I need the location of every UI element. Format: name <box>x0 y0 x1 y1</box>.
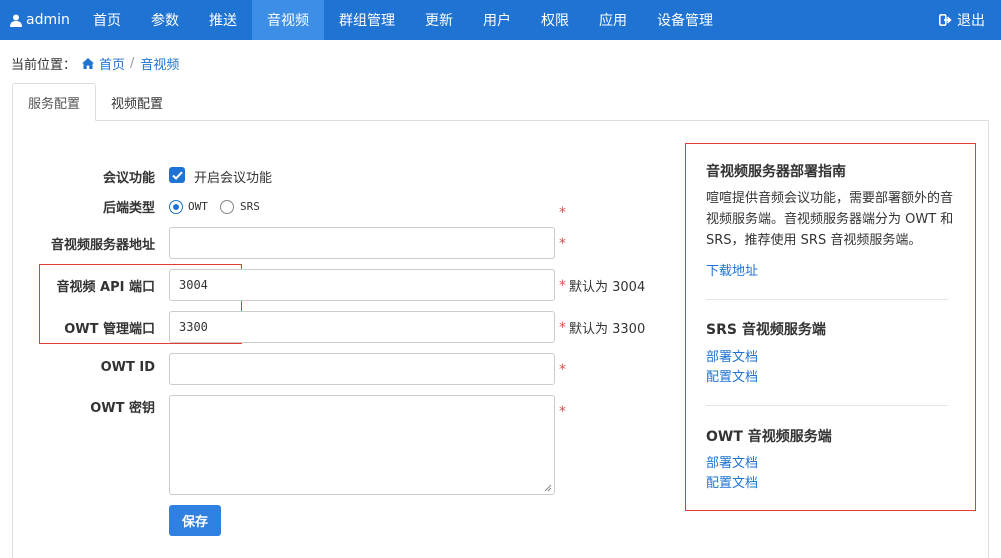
owt-deploy-doc-link[interactable]: 部署文档 <box>706 452 758 471</box>
download-link[interactable]: 下载地址 <box>706 260 758 279</box>
breadcrumb: 当前位置： 首页 / 音视频 <box>11 54 179 73</box>
radio-srs[interactable] <box>220 200 234 214</box>
required-mark: * <box>559 236 566 252</box>
required-mark: * <box>559 320 566 336</box>
api-port-input[interactable]: 3004 <box>169 269 555 301</box>
owt-port-label: OWT 管理端口 <box>64 322 155 337</box>
nav-item-push[interactable]: 推送 <box>194 0 252 40</box>
tab-video-config[interactable]: 视频配置 <box>96 83 178 121</box>
save-button[interactable]: 保存 <box>169 505 221 536</box>
nav-item-home[interactable]: 首页 <box>78 0 136 40</box>
deployment-guide-panel: 音视频服务器部署指南 喧喧提供音频会议功能，需要部署额外的音视频服务端。音视频服… <box>685 143 976 511</box>
breadcrumb-current[interactable]: 音视频 <box>140 54 179 73</box>
api-port-hint: 默认为 3004 <box>569 280 646 295</box>
owt-id-label: OWT ID <box>100 360 155 375</box>
nav-item-params[interactable]: 参数 <box>136 0 194 40</box>
breadcrumb-separator: / <box>130 56 135 71</box>
breadcrumb-prefix: 当前位置： <box>11 58 77 73</box>
server-address-label: 音视频服务器地址 <box>50 238 155 253</box>
home-icon <box>82 58 95 69</box>
meeting-checkbox-label: 开启会议功能 <box>194 171 273 186</box>
divider <box>706 405 948 406</box>
user-menu[interactable]: admin <box>0 0 78 40</box>
radio-owt-label: OWT <box>188 200 208 213</box>
radio-owt[interactable] <box>169 200 183 214</box>
nav-item-users[interactable]: 用户 <box>468 0 526 40</box>
srs-section-title: SRS 音视频服务端 <box>706 322 826 338</box>
resize-handle-icon[interactable] <box>544 484 552 492</box>
radio-srs-label: SRS <box>240 200 260 213</box>
divider <box>706 299 948 300</box>
owt-secret-textarea[interactable] <box>169 395 555 495</box>
meeting-checkbox[interactable] <box>169 167 185 183</box>
backend-label: 后端类型 <box>102 201 155 216</box>
owt-config-doc-link[interactable]: 配置文档 <box>706 472 758 491</box>
tab-bar: 服务配置 视频配置 <box>12 83 178 121</box>
srs-deploy-doc-link[interactable]: 部署文档 <box>706 346 758 365</box>
api-port-label: 音视频 API 端口 <box>56 280 155 295</box>
meeting-label: 会议功能 <box>102 171 155 186</box>
owt-port-input[interactable]: 3300 <box>169 311 555 343</box>
username: admin <box>26 12 70 28</box>
nav-item-av[interactable]: 音视频 <box>252 0 324 40</box>
required-mark: * <box>559 404 566 420</box>
nav-item-permissions[interactable]: 权限 <box>526 0 584 40</box>
owt-id-input[interactable] <box>169 353 555 385</box>
owt-port-hint: 默认为 3300 <box>569 322 646 337</box>
logout-button[interactable]: 退出 <box>939 0 985 40</box>
breadcrumb-home-link[interactable]: 首页 <box>82 54 125 73</box>
user-icon <box>10 14 22 27</box>
guide-title: 音视频服务器部署指南 <box>706 164 846 180</box>
check-icon <box>171 171 183 180</box>
top-navbar: admin 首页 参数 推送 音视频 群组管理 更新 用户 权限 应用 设备管理… <box>0 0 1001 40</box>
srs-config-doc-link[interactable]: 配置文档 <box>706 366 758 385</box>
owt-section-title: OWT 音视频服务端 <box>706 429 832 445</box>
required-mark: * <box>559 278 566 294</box>
logout-icon <box>939 14 952 26</box>
required-mark: * <box>559 205 566 221</box>
required-mark: * <box>559 362 566 378</box>
tab-service-config[interactable]: 服务配置 <box>12 83 97 121</box>
nav-item-apps[interactable]: 应用 <box>584 0 642 40</box>
owt-secret-label: OWT 密钥 <box>90 401 155 416</box>
server-address-input[interactable] <box>169 227 555 259</box>
nav-item-devices[interactable]: 设备管理 <box>642 0 728 40</box>
nav-item-update[interactable]: 更新 <box>410 0 468 40</box>
nav-item-groups[interactable]: 群组管理 <box>324 0 410 40</box>
guide-description: 喧喧提供音频会议功能，需要部署额外的音视频服务端。音视频服务器端分为 OWT 和… <box>706 191 954 248</box>
